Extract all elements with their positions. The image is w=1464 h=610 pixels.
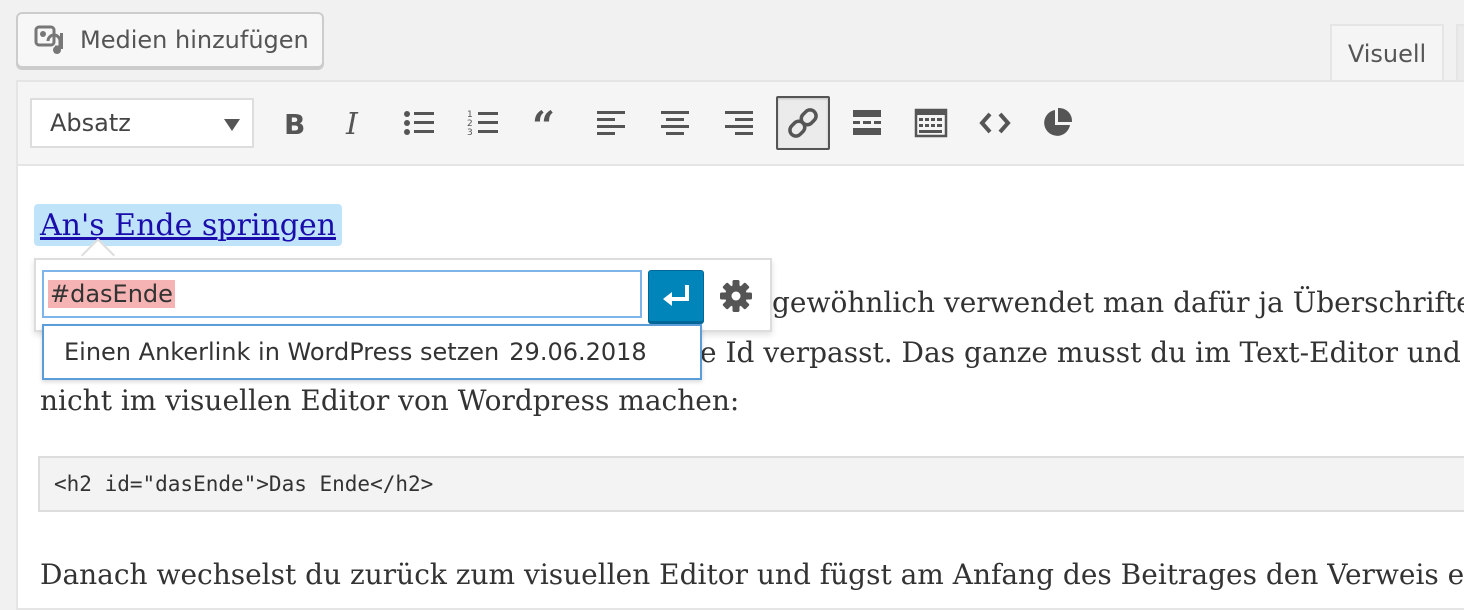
code-icon [979,112,1011,134]
svg-text:3: 3 [467,128,473,138]
editor-content[interactable]: An's Ende springen gewöhnlich verwendet … [18,166,1464,608]
chevron-down-icon [224,119,240,131]
bullet-list-icon [404,111,434,135]
bold-icon: B [284,108,305,140]
tab-visual[interactable]: Visuell [1330,24,1444,82]
insert-link-button[interactable] [776,96,830,150]
align-center-button[interactable] [648,96,702,150]
apply-link-button[interactable] [648,270,704,322]
align-right-button[interactable] [712,96,766,150]
read-more-icon [853,110,881,135]
link-popover: #dasEnde [34,258,772,332]
add-media-label: Medien hinzufügen [80,26,309,54]
suggestion-title: Einen Ankerlink in WordPress setzen [64,338,500,366]
suggestion-date: 29.06.2018 [509,338,647,366]
format-select[interactable]: Absatz [30,98,254,148]
url-input-value: #dasEnde [48,280,175,308]
paragraph-line: Danach wechselst du zurück zum visuellen… [40,558,1464,591]
chart-button[interactable] [1030,96,1084,150]
bold-button[interactable]: B [266,96,320,150]
editor-toolbar: Absatz B I 1 2 3 “ [18,82,1464,166]
numbered-list-icon: 1 2 3 [467,110,498,138]
link-settings-button[interactable] [716,276,756,316]
url-input[interactable]: #dasEnde [42,270,642,318]
link-suggestion-item[interactable]: Einen Ankerlink in WordPress setzen 29.0… [42,324,702,380]
code-button[interactable] [968,96,1022,150]
align-center-icon [661,111,689,135]
link-icon [788,108,818,138]
anchor-link-highlight: An's Ende springen [34,204,343,246]
anchor-link[interactable]: An's Ende springen [40,208,336,243]
read-more-button[interactable] [840,96,894,150]
align-left-icon [597,111,625,135]
svg-text:B: B [284,108,305,140]
bullet-list-button[interactable] [392,96,446,150]
italic-icon: I [345,107,359,140]
format-select-value: Absatz [50,109,131,137]
svg-text:“: “ [532,106,555,140]
align-left-button[interactable] [584,96,638,150]
tab-text[interactable] [1456,24,1464,82]
add-media-button[interactable]: Medien hinzufügen [16,12,324,68]
code-block: <h2 id="dasEnde">Das Ende</h2> [38,456,1464,512]
enter-icon [663,285,689,306]
keyboard-icon [914,108,948,138]
toolbar-toggle-button[interactable] [904,96,958,150]
gear-icon [720,280,752,312]
italic-button[interactable]: I [328,96,382,150]
blockquote-icon: “ [532,106,555,140]
align-right-icon [725,111,753,135]
tab-visual-label: Visuell [1347,40,1427,68]
paragraph-line: gewöhnlich verwendet man dafür ja Übersc… [772,286,1464,319]
pie-chart-icon [1044,107,1073,136]
paragraph-line: e Id verpasst. Das ganze musst du im Tex… [700,336,1461,369]
add-media-icon [34,25,63,54]
numbered-list-button[interactable]: 1 2 3 [456,96,510,150]
paragraph-line: nicht im visuellen Editor von Wordpress … [40,384,740,417]
blockquote-button[interactable]: “ [520,96,574,150]
svg-text:I: I [345,107,359,140]
